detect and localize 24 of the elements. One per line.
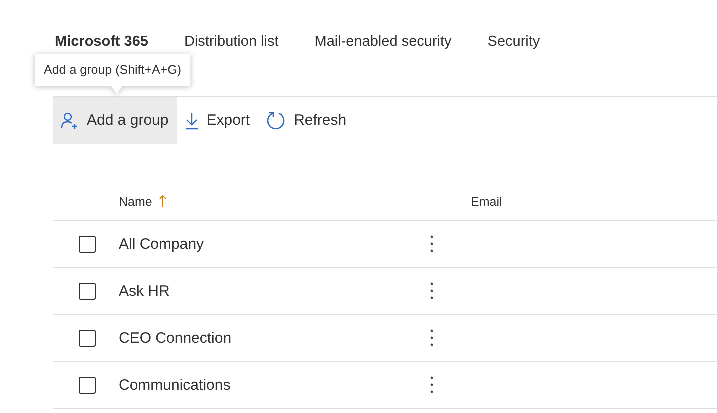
row-checkbox[interactable]: [78, 330, 96, 346]
refresh-button[interactable]: Refresh: [258, 97, 355, 144]
download-icon: [184, 112, 199, 130]
group-name: CEO Connection: [119, 330, 233, 346]
export-button[interactable]: Export: [176, 97, 258, 144]
add-group-button[interactable]: Add a group: [53, 97, 177, 144]
group-name: All Company: [119, 236, 206, 252]
person-add-icon: [61, 112, 79, 130]
more-options-icon[interactable]: [430, 329, 434, 347]
group-name: Ask HR: [119, 282, 171, 300]
refresh-icon: [266, 110, 286, 130]
email-column-header[interactable]: Email: [471, 194, 502, 208]
name-column-header[interactable]: Name: [119, 194, 471, 208]
tab[interactable]: Microsoft 365: [45, 32, 158, 52]
row-checkbox[interactable]: [78, 236, 96, 252]
more-options-icon[interactable]: [430, 282, 434, 300]
tab[interactable]: Security: [478, 32, 550, 52]
more-options-icon[interactable]: [430, 235, 434, 253]
row-checkbox[interactable]: [78, 282, 96, 300]
tab[interactable]: Mail-enabled security: [304, 32, 462, 52]
row-checkbox[interactable]: [78, 376, 96, 394]
tab[interactable]: Distribution list: [174, 32, 289, 52]
more-options-icon[interactable]: [430, 376, 434, 394]
group-name: Communications: [119, 376, 232, 394]
